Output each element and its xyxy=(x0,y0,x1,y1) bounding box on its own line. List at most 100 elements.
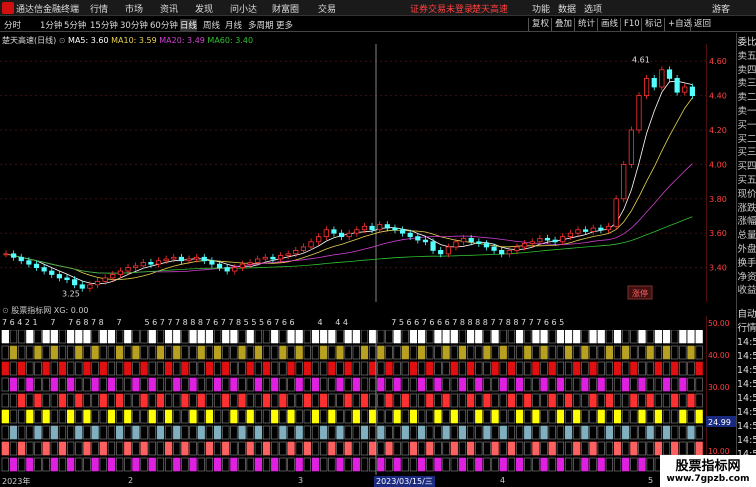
adjust-button[interactable]: 复权 xyxy=(528,18,552,31)
indicator-block xyxy=(662,409,671,424)
indicator-block xyxy=(442,409,450,424)
tab-30min[interactable]: 30分钟 xyxy=(120,19,148,31)
indicator-block xyxy=(303,330,311,344)
indicator-block xyxy=(50,457,58,472)
tab-more[interactable]: 更多 xyxy=(276,19,293,31)
tab-60min[interactable]: 60分钟 xyxy=(150,19,178,31)
indicator-block xyxy=(205,457,214,472)
indicator-panel[interactable] xyxy=(0,330,706,475)
candle xyxy=(628,129,634,165)
tab-5min[interactable]: 5分钟 xyxy=(64,19,86,31)
menu-wealth[interactable]: 财富圈 xyxy=(272,2,299,15)
indicator-block xyxy=(556,457,565,472)
indicator-block xyxy=(483,345,491,360)
indicator-block xyxy=(295,409,303,424)
indicator-block xyxy=(42,330,50,344)
indicator-block xyxy=(573,361,581,376)
indicator-block xyxy=(532,457,540,472)
indicator-block xyxy=(401,457,409,472)
indicator-block xyxy=(573,393,581,408)
indicator-block xyxy=(630,409,638,424)
indicator-block xyxy=(426,457,434,472)
indicator-block xyxy=(271,377,279,392)
menu-news[interactable]: 资讯 xyxy=(160,2,178,15)
indicator-block xyxy=(99,457,107,472)
tab-intraday[interactable]: 分时 xyxy=(4,19,21,31)
menu-options[interactable]: 选项 xyxy=(584,2,602,15)
draw-button[interactable]: 画线 xyxy=(597,18,621,31)
indicator-block xyxy=(83,457,91,472)
indicator-block xyxy=(352,425,360,440)
indicator-block xyxy=(507,330,516,344)
indicator-block xyxy=(556,361,565,376)
candle xyxy=(644,78,650,97)
quote-label: 买二 xyxy=(737,133,756,145)
tab-weekly[interactable]: 周线 xyxy=(203,19,220,31)
indicator-block xyxy=(181,457,189,472)
indicator-block xyxy=(483,409,491,424)
indicator-block xyxy=(556,441,565,456)
indicator-block xyxy=(287,409,295,424)
candlestick-chart[interactable]: 4.61 3.25 涨停 xyxy=(0,44,706,302)
tab-multi[interactable]: 多周期 xyxy=(248,19,274,31)
overlay-button[interactable]: 叠加 xyxy=(551,18,575,31)
f10-button[interactable]: F10 xyxy=(620,18,643,31)
candle xyxy=(201,256,207,262)
indicator-block xyxy=(369,457,377,472)
indicator-block xyxy=(1,441,9,456)
indicator-block xyxy=(524,409,532,424)
login-notice[interactable]: 证券交易未登录 xyxy=(410,2,473,15)
quote-label: 买四 xyxy=(737,161,756,173)
menu-guest[interactable]: 游客 xyxy=(712,2,730,15)
limit-up-tag: 涨停 xyxy=(632,288,648,298)
stats-button[interactable]: 统计 xyxy=(574,18,598,31)
indicator-block xyxy=(205,425,214,440)
indicator-block xyxy=(230,457,238,472)
indicator-block xyxy=(581,441,589,456)
menu-function[interactable]: 功能 xyxy=(532,2,550,15)
indicator-block xyxy=(434,377,442,392)
tab-daily[interactable]: 日线 xyxy=(180,19,198,31)
menu-ask[interactable]: 问小达 xyxy=(230,2,257,15)
price-axis: 4.60 4.40 4.20 4.00 3.80 3.60 3.40 xyxy=(706,44,727,302)
menu-data[interactable]: 数据 xyxy=(558,2,576,15)
quote-label: 收益 xyxy=(737,285,756,297)
indicator-block xyxy=(491,330,499,344)
indicator-block xyxy=(401,409,409,424)
indicator-block xyxy=(344,361,352,376)
indicator-settings-icon[interactable]: ⊙ xyxy=(2,306,11,315)
candle xyxy=(155,260,162,265)
indicator-block xyxy=(189,457,197,472)
indicator-block xyxy=(434,457,442,472)
mark-button[interactable]: 标记 xyxy=(641,18,665,31)
quote-label: 现价 xyxy=(737,188,756,200)
indicator-block xyxy=(507,361,516,376)
back-button[interactable]: 返回 xyxy=(690,18,714,31)
indicator-block xyxy=(26,457,34,472)
tab-monthly[interactable]: 月线 xyxy=(225,19,242,31)
tick-time-label: 14:5 xyxy=(737,435,756,446)
menu-quotes[interactable]: 行情 xyxy=(90,2,108,15)
tab-1min[interactable]: 1分钟 xyxy=(40,19,62,31)
candle xyxy=(239,263,246,269)
indicator-block xyxy=(671,425,679,440)
indicator-block xyxy=(197,361,205,376)
tick-time-label: 14:5 xyxy=(737,337,756,348)
indicator-block xyxy=(99,425,107,440)
indicator-block xyxy=(409,457,418,472)
indicator-block xyxy=(164,377,173,392)
x-label-may: 5 xyxy=(648,476,654,485)
indicator-block xyxy=(605,345,614,360)
tab-15min[interactable]: 15分钟 xyxy=(90,19,118,31)
indicator-block xyxy=(466,409,475,424)
menu-market[interactable]: 市场 xyxy=(125,2,143,15)
candle xyxy=(529,241,535,244)
indicator-block xyxy=(262,441,271,456)
indicator-block xyxy=(238,409,246,424)
indicator-block xyxy=(189,393,197,408)
menu-trade[interactable]: 交易 xyxy=(318,2,336,15)
indicator-block xyxy=(369,330,377,344)
menu-discover[interactable]: 发现 xyxy=(195,2,213,15)
indicator-block xyxy=(295,345,303,360)
indicator-block xyxy=(475,441,483,456)
